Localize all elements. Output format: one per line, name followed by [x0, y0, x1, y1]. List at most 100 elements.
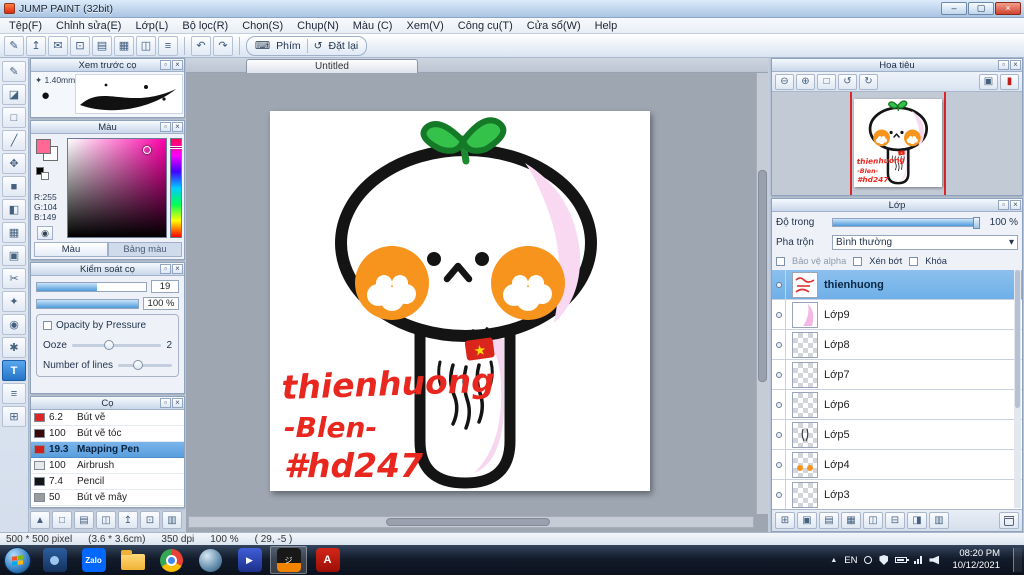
marquee-tool[interactable]: □ — [2, 107, 26, 128]
close-icon[interactable]: × — [172, 122, 183, 132]
document-tab[interactable]: Untitled — [246, 59, 418, 73]
fill-rect-tool[interactable]: ■ — [2, 176, 26, 197]
close-button[interactable]: × — [995, 2, 1021, 15]
clipping-checkbox[interactable] — [853, 256, 863, 266]
ooze-slider[interactable] — [71, 340, 162, 350]
taskbar-jump-paint-icon[interactable]: ジ — [270, 546, 307, 574]
brush-list-item[interactable]: 100 Airbrush — [31, 458, 184, 474]
eyedropper-tool[interactable]: ◉ — [2, 314, 26, 335]
reset-button[interactable]: Đặt lại — [328, 40, 358, 52]
guide-icon[interactable]: ▮ — [1000, 73, 1019, 90]
taskbar-remote-app-icon[interactable] — [36, 546, 73, 574]
panel-grid-icon[interactable]: ▦ — [114, 35, 134, 56]
popout-icon[interactable]: ▫ — [160, 60, 171, 70]
line-tool[interactable]: ╱ — [2, 130, 26, 151]
menu-color[interactable]: Màu (C) — [346, 18, 400, 33]
zoom-in-icon[interactable]: ⊕ — [796, 73, 815, 90]
hidden-icons-arrow[interactable]: ▲ — [830, 557, 837, 564]
brush-list-item[interactable]: 50 Bút vẽ mây — [31, 490, 184, 506]
brush-list-item-selected[interactable]: 19.3 Mapping Pen — [31, 442, 184, 458]
close-icon[interactable]: × — [172, 60, 183, 70]
brush-settings-icon[interactable]: ✎ — [4, 35, 24, 56]
layer-visibility-toggle[interactable] — [772, 480, 786, 509]
menu-icon[interactable]: ≡ — [158, 35, 178, 56]
menu-select[interactable]: Chọn(S) — [235, 18, 290, 33]
gradient-tool[interactable]: ▦ — [2, 222, 26, 243]
brush-size-slider[interactable] — [36, 281, 147, 292]
taskbar-photos-app-icon[interactable] — [192, 546, 229, 574]
select-tool[interactable]: ▣ — [2, 245, 26, 266]
tray-volume-icon[interactable] — [929, 555, 940, 565]
navigator-thumbnail[interactable] — [854, 99, 942, 187]
fit-window-icon[interactable]: □ — [817, 73, 836, 90]
layer-row[interactable]: Lớp7 — [772, 360, 1022, 390]
collapse-panel-icon[interactable]: ▲ — [30, 511, 50, 529]
snapshot-icon[interactable]: ⊡ — [70, 35, 90, 56]
snapshot-layer-icon[interactable]: ▣ — [797, 512, 817, 529]
menu-layer[interactable]: Lớp(L) — [128, 18, 175, 33]
popout-icon[interactable]: ▫ — [160, 122, 171, 132]
tab-palette[interactable]: Bảng màu — [108, 242, 182, 257]
rotate-right-icon[interactable]: ↻ — [859, 73, 878, 90]
brush-list-item[interactable]: 6.2 Bút vẽ — [31, 410, 184, 426]
layer-row[interactable]: Lớp4 — [772, 450, 1022, 480]
bucket-tool[interactable]: ◧ — [2, 199, 26, 220]
tray-security-icon[interactable] — [879, 555, 889, 565]
menu-file[interactable]: Tệp(F) — [2, 18, 49, 33]
menu-edit[interactable]: Chỉnh sửa(E) — [49, 18, 128, 33]
rotate-left-icon[interactable]: ↺ — [838, 73, 857, 90]
undo-icon[interactable]: ↶ — [191, 35, 211, 56]
hue-slider-marker[interactable] — [169, 146, 183, 149]
popout-icon[interactable]: ▫ — [160, 264, 171, 274]
layer-visibility-toggle[interactable] — [772, 360, 786, 389]
panel-left-icon[interactable]: ▤ — [92, 35, 112, 56]
taskbar-media-player-icon[interactable]: ▶ — [231, 546, 268, 574]
protect-alpha-checkbox[interactable] — [776, 256, 785, 266]
navigator-preview[interactable] — [772, 92, 1022, 195]
menu-window[interactable]: Cửa sổ(W) — [520, 18, 588, 33]
close-icon[interactable]: × — [1010, 200, 1021, 210]
lasso-tool[interactable]: ✂ — [2, 268, 26, 289]
layer-row[interactable]: Lớp9 — [772, 300, 1022, 330]
menu-filter[interactable]: Bộ lọc(R) — [175, 18, 235, 33]
layer-settings-icon[interactable]: ▥ — [929, 512, 949, 529]
taskbar-zalo-icon[interactable]: Zalo — [75, 546, 112, 574]
move-tool[interactable]: ✥ — [2, 153, 26, 174]
layer-row[interactable]: Lớp8 — [772, 330, 1022, 360]
close-icon[interactable]: × — [172, 264, 183, 274]
color-picker-cursor[interactable] — [143, 146, 151, 154]
actual-size-icon[interactable]: ▣ — [979, 73, 998, 90]
publish-icon[interactable]: ↥ — [26, 35, 46, 56]
show-desktop-button[interactable] — [1013, 548, 1022, 572]
taskbar-folder-icon[interactable] — [114, 546, 151, 574]
layer-visibility-toggle[interactable] — [772, 270, 786, 299]
redo-icon[interactable]: ↷ — [213, 35, 233, 56]
layer-opacity-slider[interactable] — [832, 216, 980, 229]
divide-tool[interactable]: ⊞ — [2, 406, 26, 427]
merge-down-icon[interactable]: ⊟ — [885, 512, 905, 529]
maximize-button[interactable]: ▢ — [968, 2, 994, 15]
drawing-canvas[interactable] — [270, 111, 650, 491]
menu-help[interactable]: Help — [588, 18, 625, 33]
layer-list-scrollbar[interactable] — [1014, 270, 1021, 508]
feedback-icon[interactable]: ✉ — [48, 35, 68, 56]
language-indicator[interactable]: EN — [844, 555, 857, 566]
popout-icon[interactable]: ▫ — [998, 200, 1009, 210]
start-button[interactable] — [4, 546, 31, 574]
magic-wand-tool[interactable]: ✦ — [2, 291, 26, 312]
canvas-horizontal-scrollbar[interactable] — [188, 516, 754, 528]
brush-opacity-slider[interactable] — [36, 298, 139, 309]
eraser-tool[interactable]: ◪ — [2, 84, 26, 105]
clipping-icon[interactable]: ◨ — [907, 512, 927, 529]
layer-visibility-toggle[interactable] — [772, 300, 786, 329]
hue-slider[interactable] — [170, 138, 182, 238]
layer-row[interactable]: Lớp3 — [772, 480, 1022, 509]
popout-icon[interactable]: ▫ — [998, 60, 1009, 70]
brush-list-item[interactable]: 7.4 Pencil — [31, 474, 184, 490]
minimize-button[interactable]: – — [941, 2, 967, 15]
new-canvas-icon[interactable]: □ — [52, 511, 72, 529]
taskbar-clock[interactable]: 08:20 PM 10/12/2021 — [952, 548, 1000, 572]
menu-capture[interactable]: Chụp(N) — [290, 18, 346, 33]
close-icon[interactable]: × — [1010, 60, 1021, 70]
tray-bluetooth-icon[interactable] — [864, 556, 873, 564]
